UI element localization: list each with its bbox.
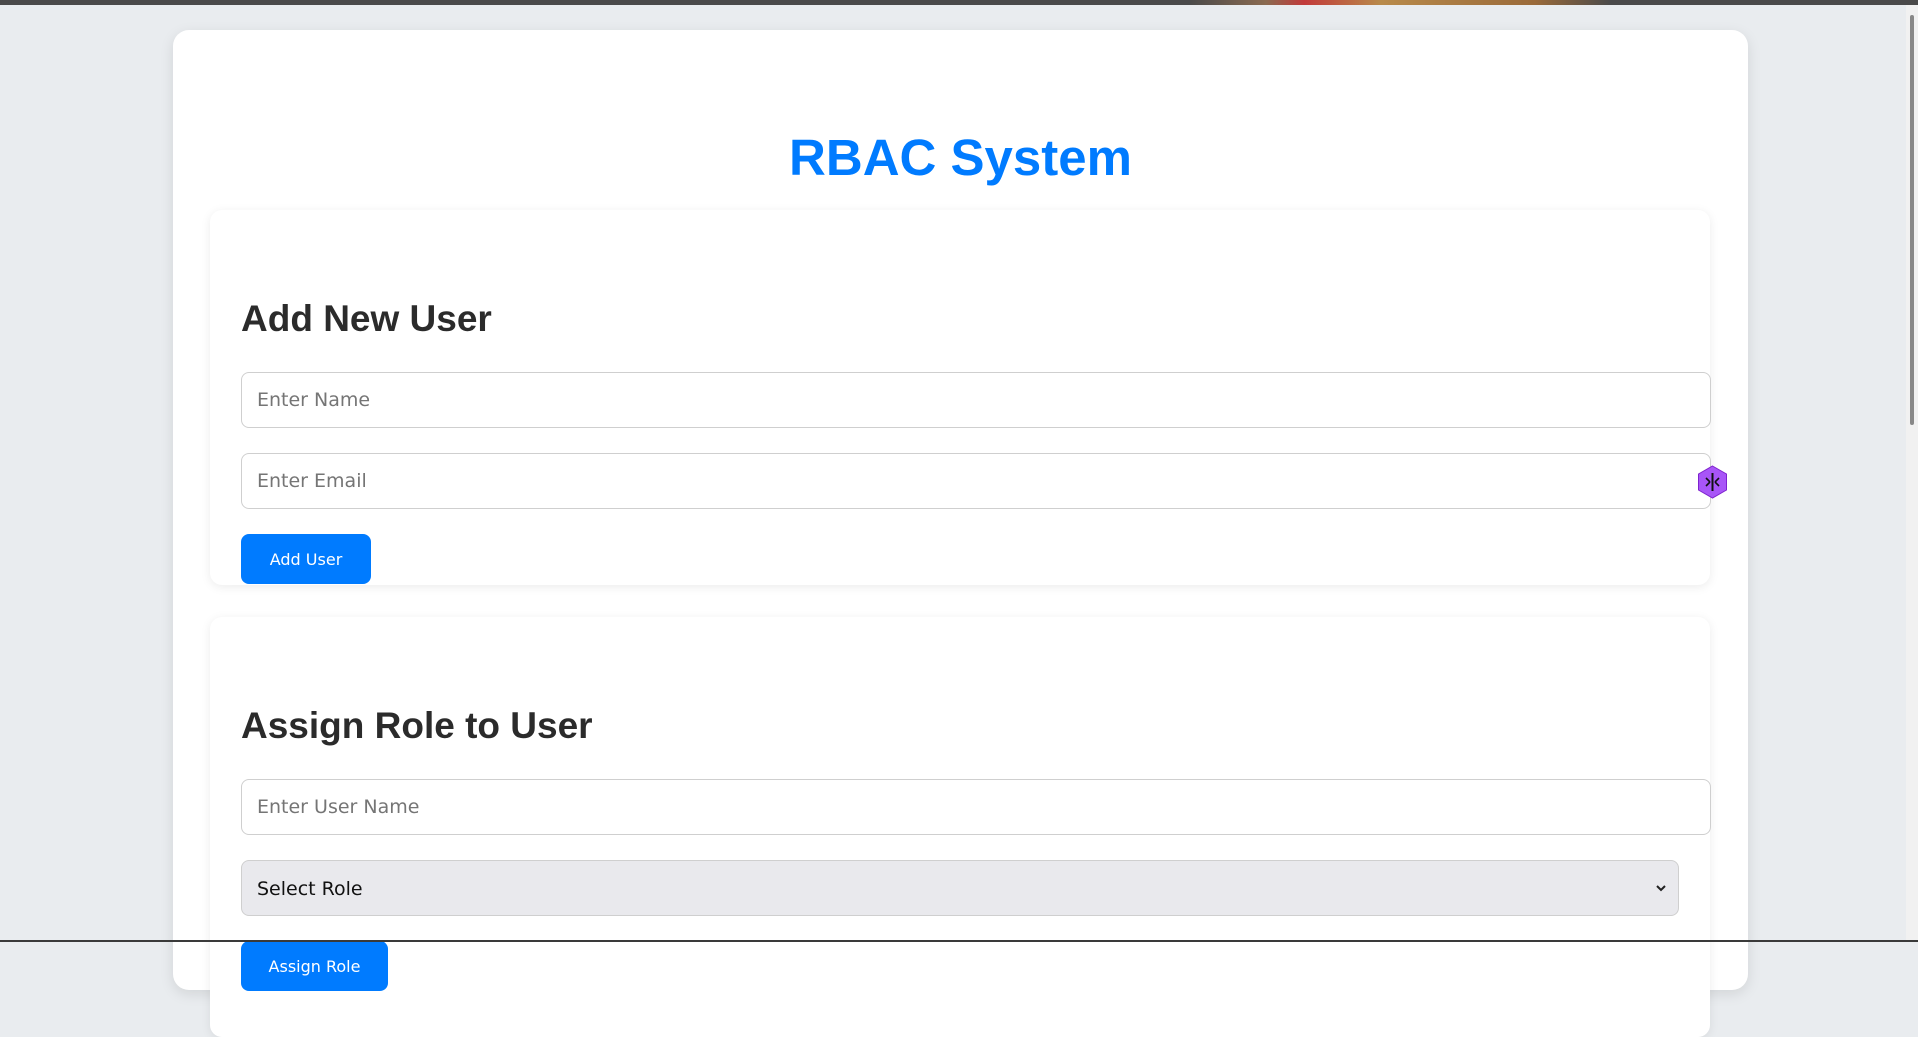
role-select-value: Select Role bbox=[257, 878, 363, 900]
assign-role-button[interactable]: Assign Role bbox=[241, 941, 388, 991]
add-user-card: Add New User Add User bbox=[210, 210, 1727, 585]
scrollbar-thumb[interactable] bbox=[1910, 15, 1914, 425]
chevron-down-icon bbox=[1654, 881, 1668, 895]
page-title: RBAC System bbox=[789, 129, 1132, 186]
add-user-button[interactable]: Add User bbox=[241, 534, 371, 584]
main-container: RBAC System Add New User Add User Assign… bbox=[173, 30, 1748, 1037]
add-user-heading: Add New User bbox=[241, 298, 492, 339]
assign-role-card: Assign Role to User Select Role Assign R… bbox=[210, 617, 1711, 1037]
name-input[interactable] bbox=[241, 372, 1711, 428]
role-select[interactable]: Select Role bbox=[241, 860, 1679, 916]
browser-top-strip bbox=[0, 0, 1918, 5]
username-input[interactable] bbox=[241, 779, 1711, 835]
password-manager-extension-icon[interactable] bbox=[1697, 465, 1728, 499]
email-input[interactable] bbox=[241, 453, 1711, 509]
page-scrollbar[interactable] bbox=[1906, 5, 1918, 942]
assign-role-heading: Assign Role to User bbox=[241, 705, 593, 746]
